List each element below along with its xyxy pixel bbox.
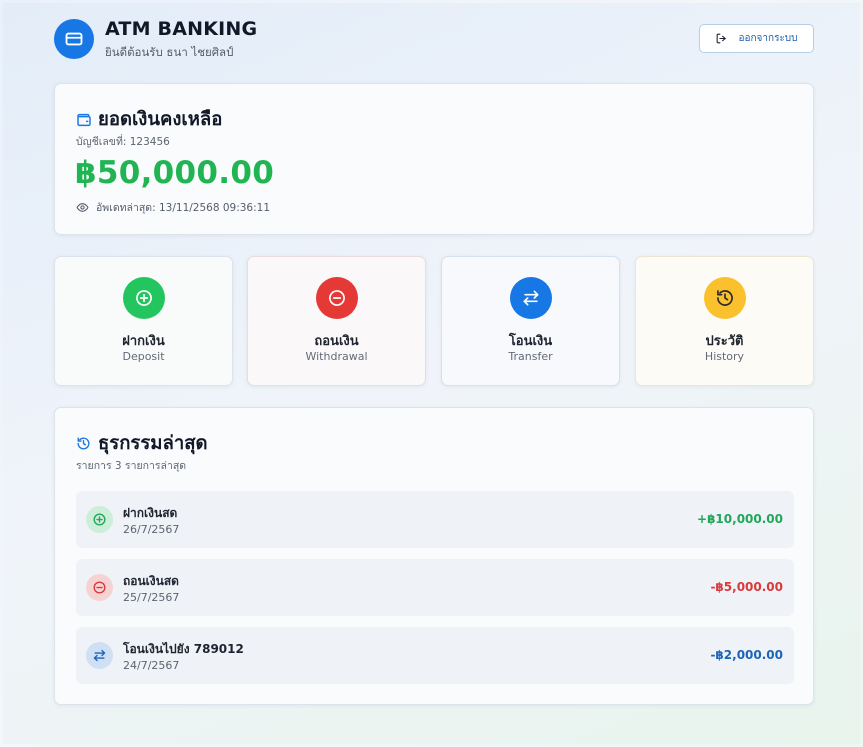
- balance-heading: ยอดเงินคงเหลือ: [76, 105, 222, 134]
- deposit-label: ฝากเงิน: [122, 334, 165, 349]
- withdrawal-sublabel: Withdrawal: [305, 350, 368, 363]
- logout-icon: [715, 32, 728, 45]
- eye-icon: [76, 201, 89, 214]
- welcome-text: ยินดีต้อนรับ ธนา ไชยศิลป์: [105, 45, 234, 59]
- withdrawal-button[interactable]: ถอนเงิน Withdrawal: [247, 256, 426, 386]
- transaction-row[interactable]: ถอนเงินสด 25/7/2567 -฿5,000.00: [76, 559, 794, 616]
- deposit-sublabel: Deposit: [122, 350, 165, 363]
- recent-title: ธุรกรรมล่าสุด: [98, 433, 208, 454]
- balance-card: ยอดเงินคงเหลือ บัญชีเลขที่: 123456 ฿50,0…: [54, 83, 814, 235]
- app-header: ATM BANKING ยินดีต้อนรับ ธนา ไชยศิลป์ ออ…: [54, 0, 814, 80]
- recent-subtitle: รายการ 3 รายการล่าสุด: [76, 460, 187, 472]
- recent-heading: ธุรกรรมล่าสุด: [76, 429, 208, 458]
- swap-arrows-icon: [86, 642, 113, 669]
- history-icon: [703, 277, 746, 319]
- minus-circle-icon: [86, 574, 113, 601]
- transaction-title: ฝากเงินสด: [123, 506, 178, 520]
- logout-button[interactable]: ออกจากระบบ: [699, 24, 814, 53]
- app-title: ATM BANKING: [105, 18, 258, 40]
- transaction-row[interactable]: โอนเงินไปยัง 789012 24/7/2567 -฿2,000.00: [76, 627, 794, 684]
- account-number: บัญชีเลขที่: 123456: [76, 136, 170, 148]
- last-updated: อัพเดทล่าสุด: 13/11/2568 09:36:11: [76, 199, 270, 216]
- history-icon: [76, 436, 91, 451]
- balance-title: ยอดเงินคงเหลือ: [98, 109, 223, 130]
- last-updated-text: อัพเดทล่าสุด: 13/11/2568 09:36:11: [96, 202, 271, 214]
- deposit-button[interactable]: ฝากเงิน Deposit: [54, 256, 233, 386]
- transaction-row[interactable]: ฝากเงินสด 26/7/2567 +฿10,000.00: [76, 491, 794, 548]
- history-label: ประวัติ: [705, 334, 744, 349]
- transaction-title: โอนเงินไปยัง 789012: [123, 642, 244, 656]
- transaction-amount: -฿5,000.00: [710, 580, 783, 594]
- recent-transactions-card: ธุรกรรมล่าสุด รายการ 3 รายการล่าสุด ฝากเ…: [54, 407, 814, 705]
- minus-circle-icon: [315, 277, 358, 319]
- transaction-date: 26/7/2567: [123, 523, 180, 536]
- transaction-amount: -฿2,000.00: [710, 648, 783, 662]
- history-button[interactable]: ประวัติ History: [635, 256, 814, 386]
- plus-circle-icon: [122, 277, 165, 319]
- transaction-date: 24/7/2567: [123, 659, 180, 672]
- logout-label: ออกจากระบบ: [738, 33, 798, 44]
- swap-arrows-icon: [509, 277, 552, 319]
- withdrawal-label: ถอนเงิน: [314, 334, 359, 349]
- balance-amount: ฿50,000.00: [75, 155, 275, 191]
- app-container: ATM BANKING ยินดีต้อนรับ ธนา ไชยศิลป์ ออ…: [54, 0, 814, 705]
- transfer-sublabel: Transfer: [508, 350, 553, 363]
- transaction-title: ถอนเงินสด: [123, 574, 179, 588]
- card-icon: [54, 19, 94, 59]
- transfer-label: โอนเงิน: [508, 334, 553, 349]
- transaction-amount: +฿10,000.00: [697, 512, 783, 526]
- transfer-button[interactable]: โอนเงิน Transfer: [441, 256, 620, 386]
- transaction-date: 25/7/2567: [123, 591, 180, 604]
- quick-actions: ฝากเงิน Deposit ถอนเงิน Withdrawal โอนเง…: [54, 256, 814, 386]
- history-sublabel: History: [704, 350, 745, 363]
- wallet-icon: [76, 112, 92, 128]
- plus-circle-icon: [86, 506, 113, 533]
